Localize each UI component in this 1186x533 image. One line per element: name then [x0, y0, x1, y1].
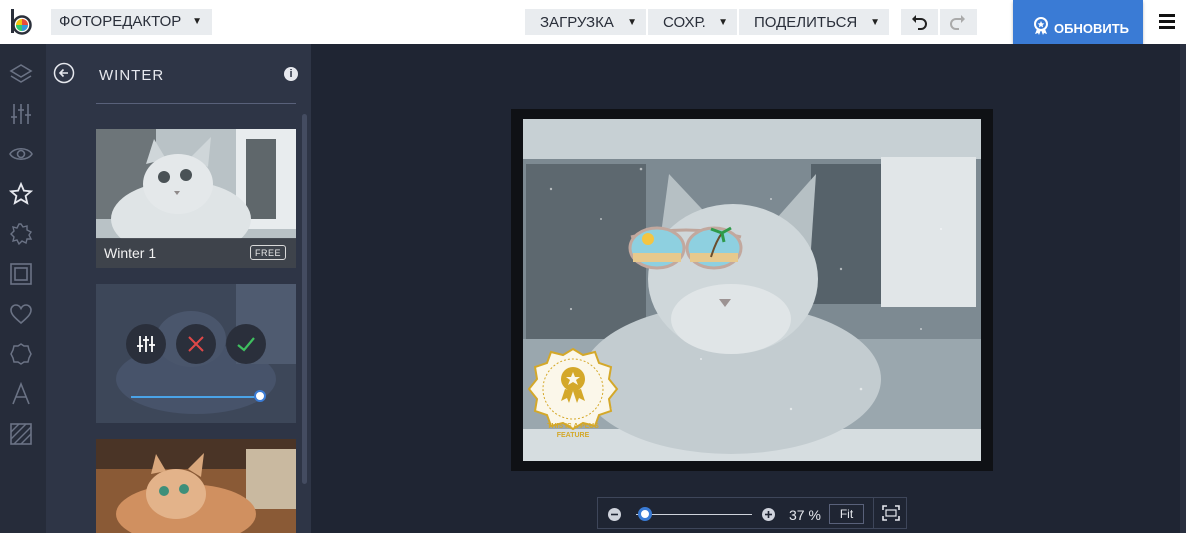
- mode-select[interactable]: ФОТОРЕДАКТОР ▼: [51, 9, 212, 35]
- checkmark-icon: [237, 337, 255, 352]
- save-button-label: СОХР.: [663, 14, 706, 31]
- card-name: Winter 1: [104, 245, 157, 261]
- chevron-down-icon: ▼: [870, 17, 880, 28]
- fullscreen-icon: [882, 505, 900, 521]
- divider: [96, 103, 296, 104]
- share-button[interactable]: ПОДЕЛИТЬСЯ ▼: [739, 9, 889, 35]
- undo-button[interactable]: [901, 9, 938, 35]
- chevron-down-icon: ▼: [627, 17, 637, 28]
- redo-button[interactable]: [940, 9, 977, 35]
- free-badge: FREE: [249, 245, 286, 260]
- load-button-label: ЗАГРУЗКА: [540, 14, 614, 31]
- award-icon: [1034, 17, 1048, 35]
- adjust-icon[interactable]: [9, 102, 33, 126]
- zoom-out-icon[interactable]: [608, 508, 621, 521]
- zoom-slider-track[interactable]: [636, 514, 752, 515]
- effects-panel: WINTER i Winter 1 FREE: [46, 44, 311, 533]
- star-icon[interactable]: [9, 182, 33, 206]
- zoom-value: 37 %: [789, 507, 821, 523]
- info-icon[interactable]: i: [284, 67, 298, 81]
- text-icon[interactable]: [9, 382, 33, 406]
- edited-photo[interactable]: THIS IS A PLUS FEATURE: [511, 109, 993, 471]
- chevron-down-icon: ▼: [192, 16, 202, 27]
- fit-button[interactable]: Fit: [829, 504, 864, 524]
- top-toolbar: ФОТОРЕДАКТОР ▼ ЗАГРУЗКА ▼ СОХР. ▼ ПОДЕЛИ…: [0, 0, 1186, 49]
- sliders-icon: [137, 336, 155, 352]
- texture-icon[interactable]: [9, 422, 33, 446]
- canvas-scrollbar[interactable]: [1180, 44, 1186, 533]
- panel-title: WINTER: [99, 67, 165, 84]
- panel-scrollbar[interactable]: [302, 114, 307, 484]
- effect-card-3[interactable]: [96, 439, 296, 533]
- back-arrow-icon[interactable]: [53, 62, 75, 84]
- mode-select-label: ФОТОРЕДАКТОР: [59, 13, 182, 30]
- hamburger-menu-icon[interactable]: [1159, 14, 1175, 30]
- badge-icon[interactable]: [9, 342, 33, 366]
- effect-card-active[interactable]: [96, 284, 296, 423]
- zoom-bar: 37 % Fit: [597, 497, 907, 529]
- zoom-slider-handle[interactable]: [638, 507, 653, 521]
- badge-text-line1: THIS IS A PLUS: [547, 423, 599, 430]
- load-button[interactable]: ЗАГРУЗКА ▼: [525, 9, 646, 35]
- chevron-down-icon: ▼: [718, 17, 728, 28]
- share-button-label: ПОДЕЛИТЬСЯ: [754, 14, 858, 31]
- adjust-effect-button[interactable]: [126, 324, 166, 364]
- close-icon: [188, 336, 204, 352]
- apply-effect-button[interactable]: [226, 324, 266, 364]
- layers-icon[interactable]: [9, 62, 33, 86]
- update-button-label: ОБНОВИТЬ: [1054, 21, 1129, 36]
- redo-icon: [950, 15, 965, 30]
- update-button[interactable]: ОБНОВИТЬ: [1013, 0, 1143, 49]
- heart-icon[interactable]: [9, 302, 33, 326]
- badge-text-line2: FEATURE: [557, 432, 590, 439]
- card-label-bar: Winter 1 FREE: [96, 238, 296, 268]
- frame-icon[interactable]: [9, 262, 33, 286]
- save-button[interactable]: СОХР. ▼: [648, 9, 737, 35]
- eye-icon[interactable]: [9, 142, 33, 166]
- app-logo[interactable]: [9, 9, 33, 35]
- intensity-slider-handle[interactable]: [254, 390, 266, 402]
- undo-icon: [912, 15, 927, 30]
- effect-thumbnail: [96, 439, 296, 533]
- sticker-icon[interactable]: [9, 222, 33, 246]
- zoom-in-icon[interactable]: [762, 508, 775, 521]
- intensity-slider-track[interactable]: [131, 396, 261, 398]
- canvas-area: THIS IS A PLUS FEATURE 37 % Fit: [311, 44, 1186, 533]
- photo-editor-app: ФОТОРЕДАКТОР ▼ ЗАГРУЗКА ▼ СОХР. ▼ ПОДЕЛИ…: [0, 0, 1186, 533]
- tool-rail: [0, 44, 46, 533]
- effect-card-winter-1[interactable]: Winter 1 FREE: [96, 129, 296, 268]
- cancel-effect-button[interactable]: [176, 324, 216, 364]
- fullscreen-button[interactable]: [873, 498, 907, 528]
